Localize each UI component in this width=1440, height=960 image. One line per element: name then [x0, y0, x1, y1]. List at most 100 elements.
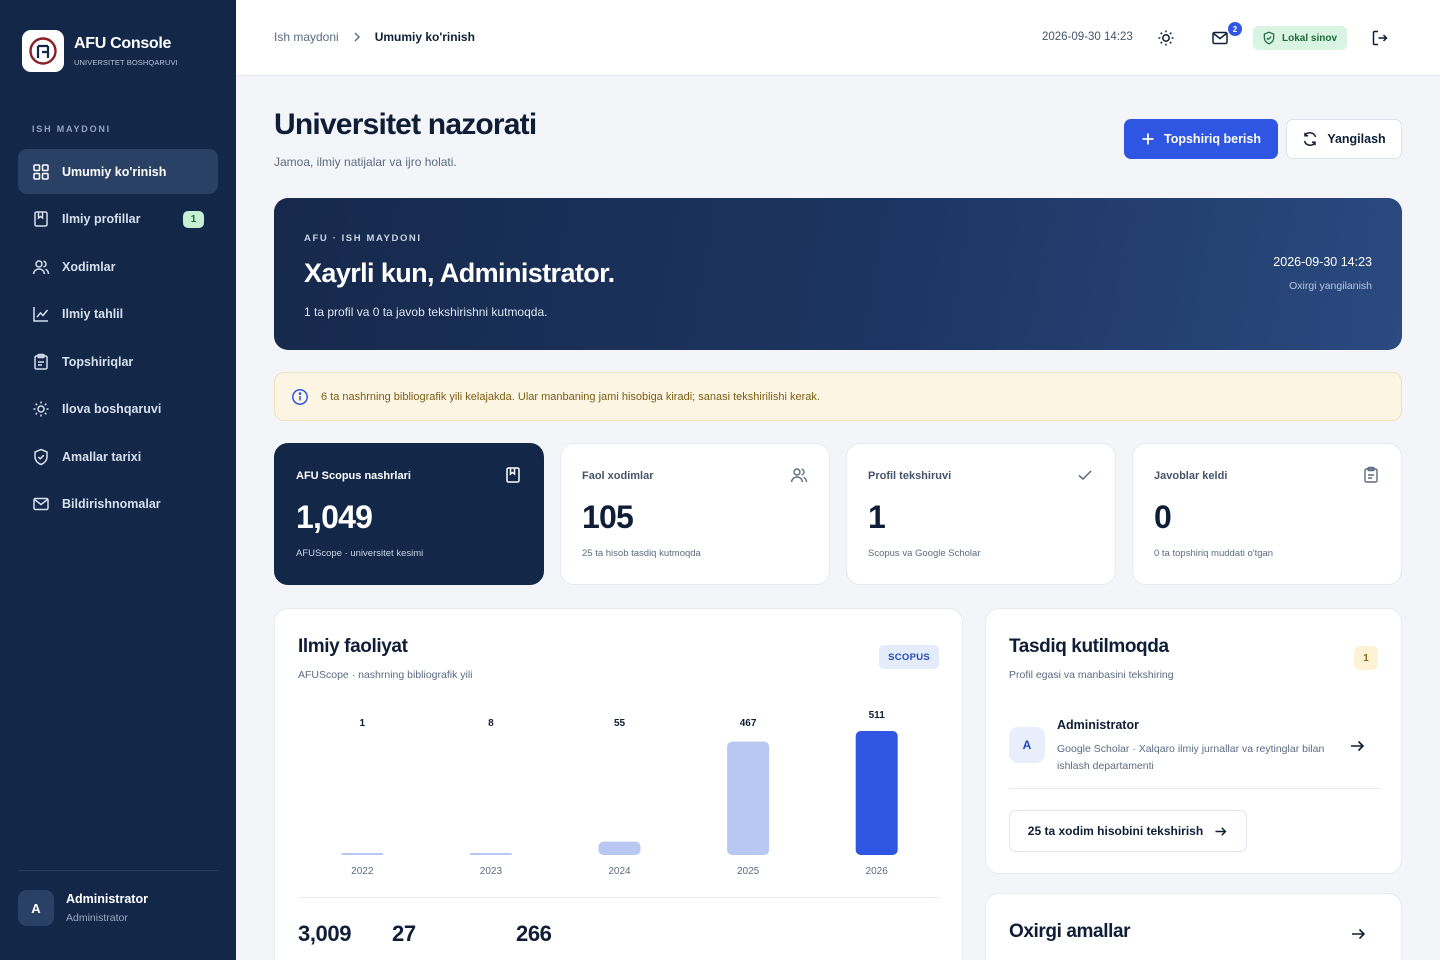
- banner-timestamp: 2026-09-30 14:23: [1273, 255, 1372, 269]
- environment-badge: Lokal sinov: [1253, 26, 1348, 50]
- stat-value: 0: [1154, 499, 1172, 535]
- check-icon: [1078, 470, 1092, 481]
- mail-icon: [33, 497, 49, 511]
- sidebar-item-label: Ilmiy tahlil: [62, 307, 124, 321]
- summary-value: 3,009: [298, 921, 352, 946]
- chart-bar[interactable]: [469, 853, 512, 855]
- chevron-right-icon: [354, 32, 360, 42]
- theme-toggle-button[interactable]: [1156, 28, 1176, 48]
- sidebar-item-analytics[interactable]: Ilmiy tahlil: [18, 292, 218, 337]
- assign-task-button[interactable]: Topshiriq berish: [1124, 119, 1278, 159]
- users-icon: [790, 468, 808, 483]
- brand-title: AFU Console: [74, 35, 172, 52]
- topbar-datetime: 2026-09-30 14:23: [1042, 31, 1133, 43]
- breadcrumb-item[interactable]: Ish maydoni: [274, 30, 339, 44]
- stat-label: Profil tekshiruvi: [868, 470, 952, 482]
- sidebar-item-profiles[interactable]: Ilmiy profillar 1: [18, 197, 218, 242]
- chart-bar[interactable]: [598, 841, 641, 855]
- stat-value: 1,049: [296, 499, 373, 535]
- clipboard-icon: [34, 353, 48, 370]
- chart-line-icon: [33, 307, 49, 322]
- card-title: Oxirgi amallar: [1009, 921, 1131, 942]
- banner-eyebrow: AFU · ISH MAYDONI: [304, 233, 422, 244]
- chart-data-label: 467: [740, 718, 757, 729]
- pending-count-badge: 1: [1354, 646, 1378, 670]
- sidebar-item-audit-log[interactable]: Amallar tarixi: [18, 434, 218, 479]
- logout-icon: [1372, 30, 1388, 46]
- page-subtitle: Jamoa, ilmiy natijalar va ijro holati.: [274, 155, 457, 169]
- chart-data-label: 8: [488, 718, 494, 729]
- arrow-right-icon[interactable]: [1349, 925, 1367, 943]
- welcome-banner: AFU · ISH MAYDONI Xayrli kun, Administra…: [274, 198, 1402, 350]
- environment-label: Lokal sinov: [1282, 32, 1338, 44]
- stat-label: AFU Scopus nashrlari: [296, 470, 411, 482]
- user-role: Administrator: [66, 912, 128, 924]
- arrow-right-icon: [1215, 826, 1227, 836]
- stat-note: Scopus va Google Scholar: [868, 548, 981, 559]
- sidebar-item-label: Umumiy ko'rinish: [62, 164, 167, 179]
- mail-icon: [1212, 31, 1228, 45]
- chart-bar[interactable]: [341, 853, 384, 855]
- clipboard-icon: [1364, 466, 1378, 483]
- logout-button[interactable]: [1370, 28, 1390, 48]
- sidebar-item-label: Ilmiy profillar: [62, 212, 141, 226]
- list-item[interactable]: A Administrator Google Scholar · Xalqaro…: [1009, 709, 1380, 789]
- plus-icon: [1142, 133, 1154, 145]
- shield-check-icon: [34, 448, 48, 465]
- chart-tick-label: 2022: [351, 866, 374, 877]
- sidebar-nav: Umumiy ko'rinish Ilmiy profillar 1 Xodim…: [18, 149, 218, 529]
- logo: [22, 30, 64, 72]
- sidebar-item-label: Amallar tarixi: [62, 449, 142, 464]
- user-name: Administrator: [66, 892, 148, 906]
- chart-data-label: 55: [614, 718, 626, 729]
- banner-subtitle: 1 ta profil va 0 ta javob tekshirishni k…: [304, 305, 548, 319]
- sidebar-item-notifications[interactable]: Bildirishnomalar: [18, 482, 218, 527]
- sidebar-item-label: Bildirishnomalar: [62, 497, 161, 511]
- chart-bar[interactable]: [727, 741, 770, 855]
- warning-alert: 6 ta nashrning bibliografik yili kelajak…: [274, 372, 1402, 421]
- chart-tick-label: 2025: [737, 866, 760, 877]
- brand[interactable]: AFU Console UNIVERSITET BOSHQARUVI: [22, 30, 178, 72]
- stat-value: 1: [868, 499, 886, 535]
- stat-card-active-staff[interactable]: Faol xodimlar 105 25 ta hisob tasdiq kut…: [560, 443, 830, 585]
- sidebar-item-label: Xodimlar: [62, 259, 116, 274]
- summary-value: 27: [392, 921, 416, 946]
- sidebar-item-badge: 1: [183, 210, 204, 228]
- banner-timestamp-label: Oxirgi yangilanish: [1289, 280, 1372, 292]
- refresh-icon: [1304, 132, 1317, 146]
- stat-label: Javoblar keldi: [1154, 470, 1228, 482]
- sidebar-item-staff[interactable]: Xodimlar: [18, 244, 218, 289]
- sidebar-item-label: Topshiriqlar: [62, 354, 134, 369]
- page-title: Universitet nazorati: [274, 108, 537, 141]
- chart-tick-label: 2023: [480, 866, 503, 877]
- chart-bar[interactable]: [855, 731, 898, 855]
- sidebar-item-label: Ilova boshqaruvi: [62, 402, 162, 416]
- avatar: A: [18, 890, 54, 926]
- shield-check-icon: [1263, 31, 1275, 45]
- stat-card-responses[interactable]: Javoblar keldi 0 0 ta topshiriq muddati …: [1132, 443, 1402, 585]
- sidebar-item-overview[interactable]: Umumiy ko'rinish: [18, 149, 218, 194]
- arrow-right-icon[interactable]: [1348, 737, 1366, 755]
- sun-icon: [1158, 30, 1174, 46]
- stat-card-profile-review[interactable]: Profil tekshiruvi 1 Scopus va Google Sch…: [846, 443, 1116, 585]
- banner-title: Xayrli kun, Administrator.: [304, 258, 615, 288]
- sidebar-item-app-settings[interactable]: Ilova boshqaruvi: [18, 387, 218, 432]
- sidebar-user[interactable]: A Administrator Administrator: [18, 890, 148, 926]
- brand-subtitle: UNIVERSITET BOSHQARUVI: [74, 58, 178, 67]
- assign-task-label: Topshiriq berish: [1164, 132, 1261, 146]
- card-title: Tasdiq kutilmoqda: [1009, 636, 1169, 657]
- stat-card-publications[interactable]: AFU Scopus nashrlari 1,049 AFUScope · un…: [274, 443, 544, 585]
- chart-divider: [298, 897, 939, 898]
- sidebar-divider: [18, 870, 218, 871]
- sidebar-item-tasks[interactable]: Topshiriqlar: [18, 339, 218, 384]
- messages-button[interactable]: [1210, 28, 1230, 48]
- chart-tick-label: 2026: [866, 866, 889, 877]
- refresh-button[interactable]: Yangilash: [1286, 119, 1402, 159]
- avatar: A: [1009, 727, 1045, 763]
- review-accounts-button[interactable]: 25 ta xodim hisobini tekshirish: [1009, 810, 1247, 852]
- info-icon: [292, 388, 308, 405]
- breadcrumb-current: Umumiy ko'rinish: [374, 30, 475, 44]
- bookmark-icon: [506, 467, 520, 483]
- mail-count-badge: 2: [1228, 22, 1242, 36]
- stat-label: Faol xodimlar: [582, 470, 654, 482]
